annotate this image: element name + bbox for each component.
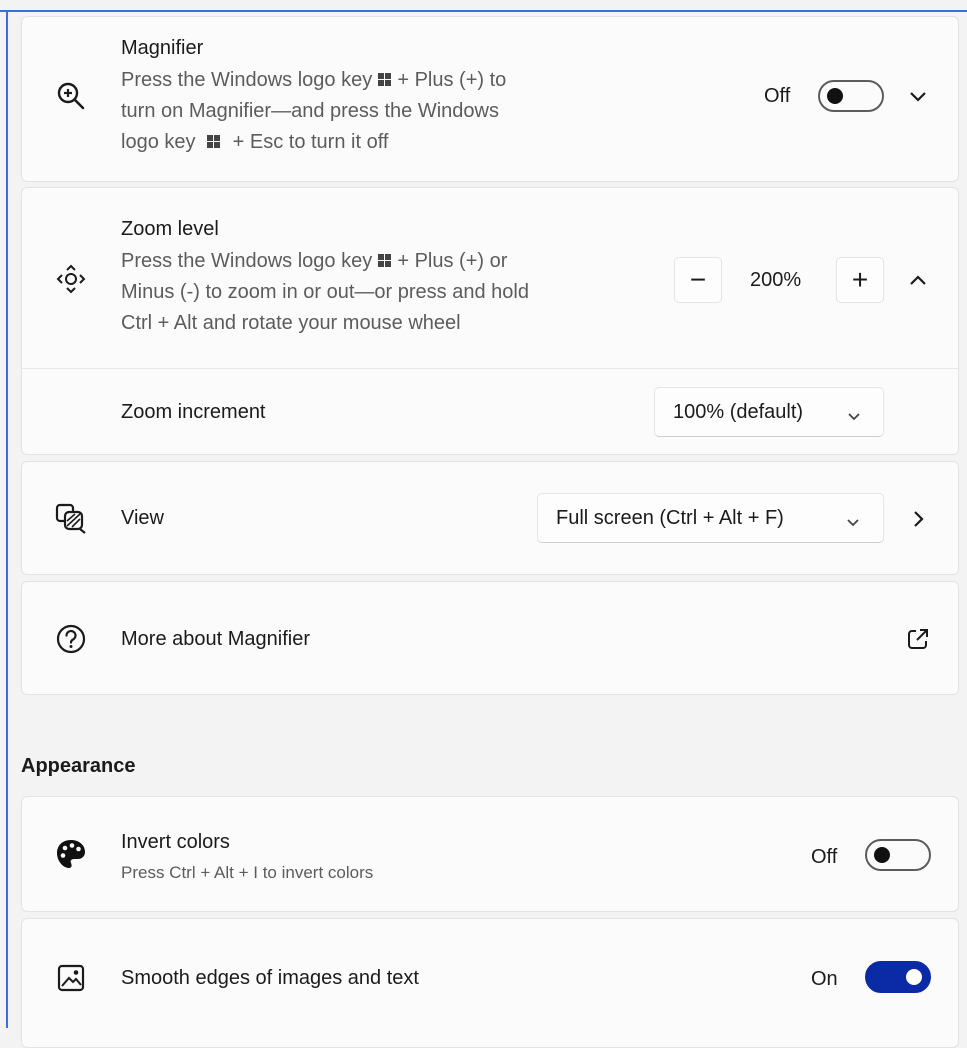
zoom-increment-dropdown[interactable]: 100% (default) (654, 387, 884, 437)
zoom-level-value: 200% (750, 269, 802, 291)
zoom-increase-button[interactable]: + (836, 257, 884, 303)
view-card[interactable]: View Full screen (Ctrl + Alt + F) (21, 461, 959, 575)
open-external-icon[interactable] (898, 619, 938, 659)
invert-colors-description: Press Ctrl + Alt + I to invert colors (121, 863, 374, 882)
smooth-edges-card: Smooth edges of images and text On (21, 918, 959, 1048)
palette-icon (52, 835, 90, 873)
invert-colors-card: Invert colors Press Ctrl + Alt + I to in… (21, 796, 959, 912)
image-icon (52, 959, 90, 997)
zoom-level-card: Zoom level Press the Windows logo key + … (21, 187, 959, 455)
zoom-increment-selected: 100% (default) (673, 401, 804, 423)
window-frame-top (0, 10, 967, 12)
invert-colors-state-label: Off (811, 846, 838, 868)
more-about-magnifier-card[interactable]: More about Magnifier (21, 581, 959, 695)
view-label: View (121, 507, 164, 529)
smooth-edges-toggle[interactable] (865, 961, 931, 993)
invert-colors-title: Invert colors (121, 831, 230, 853)
chevron-right-icon[interactable] (898, 499, 938, 539)
view-icon (52, 500, 90, 538)
zoom-in-icon (52, 77, 90, 115)
view-selected: Full screen (Ctrl + Alt + F) (556, 507, 784, 529)
chevron-down-icon[interactable] (898, 77, 938, 117)
magnifier-description: Press the Windows logo key + Plus (+) to… (121, 69, 507, 153)
chevron-down-icon (846, 511, 860, 534)
windows-logo-icon (207, 135, 221, 149)
magnifier-title: Magnifier (121, 37, 204, 59)
zoom-level-description: Press the Windows logo key + Plus (+) or… (121, 250, 529, 334)
windows-logo-icon (377, 73, 392, 87)
zoom-increment-label: Zoom increment (121, 401, 266, 423)
divider (22, 368, 958, 369)
zoom-decrease-button[interactable]: − (674, 257, 722, 303)
invert-colors-toggle[interactable] (865, 839, 931, 871)
view-dropdown[interactable]: Full screen (Ctrl + Alt + F) (537, 493, 884, 543)
help-icon (52, 620, 90, 658)
magnifier-toggle[interactable] (818, 80, 884, 112)
chevron-down-icon (847, 405, 861, 428)
appearance-heading: Appearance (21, 755, 136, 777)
magnifier-state-label: Off (764, 85, 791, 107)
smooth-edges-title: Smooth edges of images and text (121, 967, 419, 989)
zoom-level-title: Zoom level (121, 218, 219, 240)
magnifier-card: Magnifier Press the Windows logo key + P… (21, 16, 959, 182)
windows-logo-icon (377, 254, 392, 268)
chevron-up-icon[interactable] (898, 260, 938, 300)
window-frame-left (6, 10, 8, 1028)
more-about-magnifier-link[interactable]: More about Magnifier (121, 628, 310, 651)
zoom-move-icon (52, 260, 90, 298)
smooth-edges-state-label: On (811, 968, 838, 990)
